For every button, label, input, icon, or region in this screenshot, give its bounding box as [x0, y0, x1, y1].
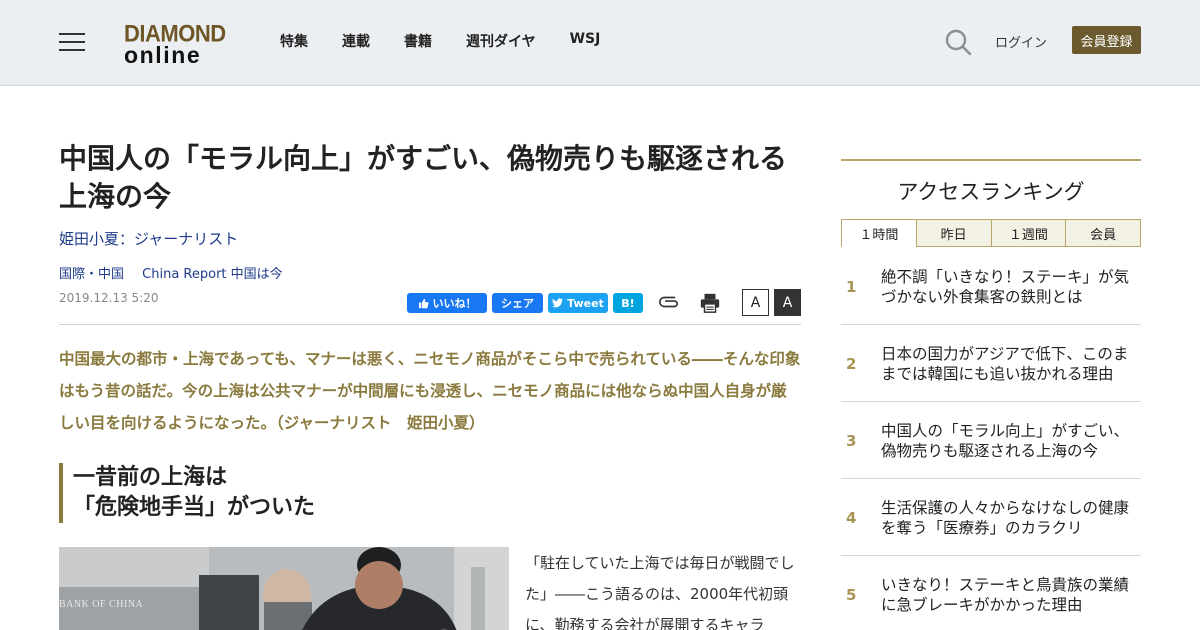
share-buttons: いいね！ シェア Tweet B!	[407, 293, 643, 313]
tab-1-week[interactable]: １週間	[990, 219, 1067, 247]
printer-icon[interactable]	[697, 290, 723, 316]
font-size-large-button[interactable]: A	[774, 289, 801, 316]
facebook-share-button[interactable]: シェア	[492, 293, 543, 313]
ranking-top-rule	[841, 159, 1141, 161]
search-icon[interactable]	[944, 28, 972, 56]
rank-headline[interactable]: 日本の国力がアジアで低下、このままでは韓国にも追い抜かれる理由	[881, 325, 1141, 402]
subheading-line-1: 一昔前の上海は	[73, 465, 228, 490]
nav-item-rensai[interactable]: 連載	[342, 31, 370, 51]
ranking-item[interactable]: 4 生活保護の人々からなけなしの健康を奪う「医療券」のカラクリ	[841, 479, 1141, 556]
font-size-normal-button[interactable]: A	[742, 289, 769, 316]
publish-date: 2019.12.13 5:20	[59, 291, 159, 305]
article-body: 「駐在していた上海では毎日が戦闘でした」――こう語るのは、2000年代初頭に、勤…	[525, 554, 795, 630]
ranking-item[interactable]: 1 絶不調「いきなり！ステーキ」が気づかない外食集客の鉄則とは	[841, 248, 1141, 325]
hamburger-menu-icon[interactable]	[59, 31, 85, 53]
ranking-title: アクセスランキング	[897, 180, 1085, 204]
category-links: 国際・中国 China Report 中国は今	[59, 263, 297, 282]
hatena-bookmark-button[interactable]: B!	[613, 293, 643, 313]
rank-headline[interactable]: 中国人の「モラル向上」がすごい、偽物売りも駆逐される上海の今	[881, 402, 1141, 479]
subheading-line-2: 「危険地手当」がついた	[73, 495, 316, 520]
ranking-item[interactable]: 5 いきなり！ステーキと鳥貴族の業績に急ブレーキがかかった理由	[841, 556, 1141, 630]
ranking-item[interactable]: 2 日本の国力がアジアで低下、このままでは韓国にも追い抜かれる理由	[841, 325, 1141, 402]
login-link[interactable]: ログイン	[995, 32, 1047, 51]
divider	[59, 324, 801, 325]
nav-item-shoseki[interactable]: 書籍	[404, 31, 432, 51]
site-header: DIAMOND online 特集 連載 書籍 週刊ダイヤ WSJ ログイン 会…	[0, 0, 1200, 86]
tab-yesterday[interactable]: 昨日	[915, 219, 992, 247]
menu-bar	[59, 49, 85, 51]
article-subheading: 一昔前の上海は 「危険地手当」がついた	[59, 463, 459, 523]
twitter-bird-icon	[552, 298, 564, 308]
register-button[interactable]: 会員登録	[1072, 26, 1141, 54]
author-link[interactable]: 姫田小夏：ジャーナリスト	[59, 228, 238, 249]
rank-number: 2	[846, 354, 857, 373]
rank-headline[interactable]: 絶不調「いきなり！ステーキ」が気づかない外食集客の鉄則とは	[881, 248, 1141, 325]
article-title: 中国人の「モラル向上」がすごい、偽物売りも駆逐される上海の今	[59, 142, 788, 213]
facebook-like-button[interactable]: いいね！	[407, 293, 487, 313]
site-logo[interactable]: DIAMOND online	[124, 20, 228, 68]
nav-item-wsj[interactable]: WSJ	[570, 31, 601, 51]
tab-1-hour[interactable]: １時間	[841, 219, 917, 247]
paperclip-icon[interactable]	[656, 290, 682, 316]
nav-item-tokushu[interactable]: 特集	[280, 31, 308, 51]
category-link-china-report[interactable]: China Report 中国は今	[142, 267, 283, 282]
ranking-tabs: １時間 昨日 １週間 会員	[841, 219, 1141, 247]
category-link-kokusai[interactable]: 国際・中国	[59, 267, 124, 282]
tweet-label: Tweet	[567, 296, 604, 310]
rank-number: 4	[846, 508, 857, 527]
ranking-item[interactable]: 3 中国人の「モラル向上」がすごい、偽物売りも駆逐される上海の今	[841, 402, 1141, 479]
rank-number: 3	[846, 431, 857, 450]
tweet-button[interactable]: Tweet	[548, 293, 608, 313]
thumbs-up-icon	[418, 298, 428, 308]
nav-item-weekly-diamond[interactable]: 週刊ダイヤ	[466, 31, 536, 51]
rank-headline[interactable]: いきなり！ステーキと鳥貴族の業績に急ブレーキがかかった理由	[881, 556, 1141, 630]
article-lead: 中国最大の都市・上海であっても、マナーは悪く、ニセモノ商品がそこら中で売られてい…	[59, 350, 801, 432]
rank-number: 1	[846, 277, 857, 296]
main-nav: 特集 連載 書籍 週刊ダイヤ WSJ	[280, 31, 634, 51]
menu-bar	[59, 41, 85, 43]
photo-sign-text: BANK OF CHINA	[59, 599, 144, 610]
logo-bottom-text: online	[124, 42, 202, 68]
menu-bar	[59, 33, 85, 35]
article-photo: BANK OF CHINA	[59, 547, 509, 630]
ranking-list: 1 絶不調「いきなり！ステーキ」が気づかない外食集客の鉄則とは 2 日本の国力が…	[841, 248, 1141, 630]
tab-members[interactable]: 会員	[1065, 219, 1141, 247]
rank-number: 5	[846, 585, 857, 604]
like-label: いいね！	[432, 297, 477, 310]
rank-headline[interactable]: 生活保護の人々からなけなしの健康を奪う「医療券」のカラクリ	[881, 479, 1141, 556]
